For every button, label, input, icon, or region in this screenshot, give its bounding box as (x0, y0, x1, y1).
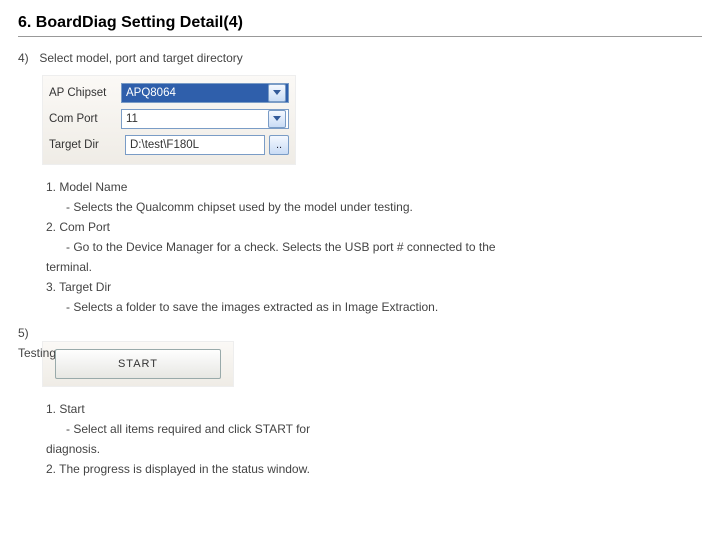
step5-description: 1. Start - Select all items required and… (46, 399, 606, 479)
desc1-l1: 1. Model Name (46, 177, 606, 197)
targetdir-label: Target Dir (49, 139, 121, 151)
comport-dropdown[interactable]: 11 (121, 109, 289, 129)
comport-label: Com Port (49, 113, 121, 125)
title-rule (18, 36, 702, 37)
desc1-l2d: - Go to the Device Manager for a check. … (66, 237, 606, 257)
start-button[interactable]: START (55, 349, 221, 379)
targetdir-value: D:\test\F180L (130, 139, 199, 151)
step4-description: 1. Model Name - Selects the Qualcomm chi… (46, 177, 606, 317)
step5-num: 5) (18, 323, 702, 343)
page-title: 6. BoardDiag Setting Detail(4) (18, 14, 702, 32)
settings-panel: AP Chipset APQ8064 Com Port 11 Target Di… (42, 75, 296, 165)
chipset-dropdown[interactable]: APQ8064 (121, 83, 289, 103)
step4-text: Select model, port and target directory (39, 51, 242, 65)
desc1-l1d: - Selects the Qualcomm chipset used by t… (66, 197, 606, 217)
step4-line: 4) Select model, port and target directo… (18, 51, 702, 65)
chevron-down-icon[interactable] (268, 110, 286, 128)
comport-value: 11 (126, 113, 138, 125)
desc1-l3d: - Selects a folder to save the images ex… (66, 297, 606, 317)
browse-button[interactable]: .. (269, 135, 289, 155)
desc2-l1d: - Select all items required and click ST… (66, 419, 606, 439)
desc2-l1: 1. Start (46, 399, 606, 419)
desc2-l2: 2. The progress is displayed in the stat… (46, 459, 606, 479)
targetdir-input[interactable]: D:\test\F180L (125, 135, 265, 155)
chipset-value: APQ8064 (126, 87, 176, 99)
chevron-down-icon[interactable] (268, 84, 286, 102)
start-panel: START (42, 341, 234, 387)
chipset-label: AP Chipset (49, 87, 121, 99)
desc2-l1d2: diagnosis. (46, 439, 606, 459)
desc1-l2d2: terminal. (46, 257, 606, 277)
step4-num: 4) (18, 51, 36, 65)
desc1-l2: 2. Com Port (46, 217, 606, 237)
desc1-l3: 3. Target Dir (46, 277, 606, 297)
